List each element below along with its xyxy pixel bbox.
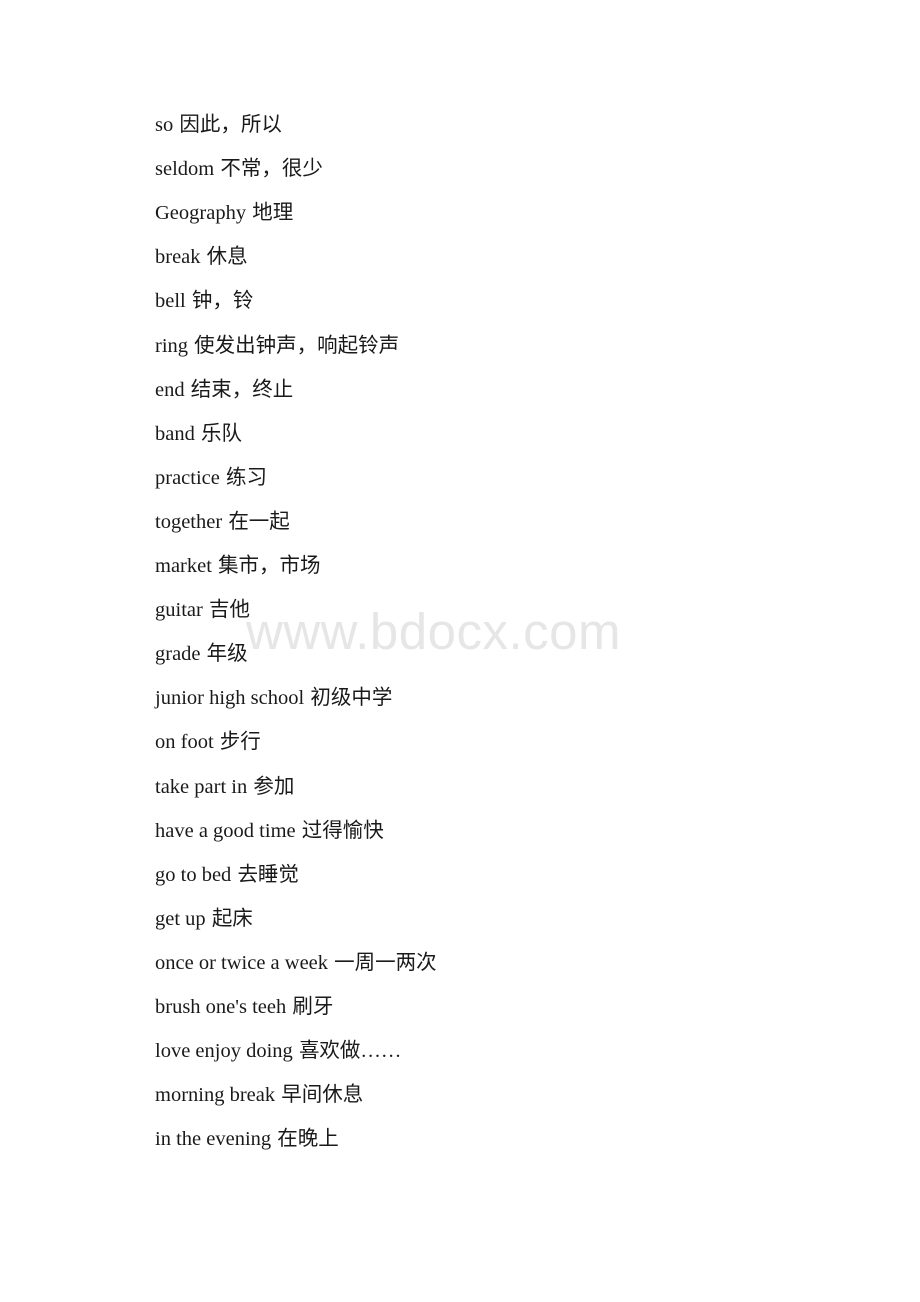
vocabulary-entry: practice 练习: [155, 463, 267, 493]
vocabulary-term: morning break: [155, 1084, 276, 1107]
vocabulary-entry: Geography 地理: [155, 198, 293, 228]
vocabulary-term: seldom: [155, 158, 215, 181]
vocabulary-term: junior high school: [155, 687, 305, 710]
vocabulary-entry: together 在一起: [155, 507, 290, 537]
vocabulary-term: take part in: [155, 775, 248, 798]
vocabulary-entry: ring 使发出钟声，响起铃声: [155, 331, 399, 361]
vocabulary-entry: junior high school 初级中学: [155, 683, 392, 713]
vocabulary-gloss: 休息: [206, 246, 248, 269]
vocabulary-term: together: [155, 510, 223, 533]
vocabulary-gloss: 一周一两次: [334, 951, 437, 974]
vocabulary-term: brush one's teeh: [155, 996, 287, 1018]
vocabulary-gloss: 使发出钟声，响起铃声: [194, 334, 400, 357]
vocabulary-gloss: 乐队: [201, 422, 242, 445]
vocabulary-gloss: 钟，铃: [191, 290, 254, 313]
vocabulary-entry: guitar 吉他: [155, 595, 250, 625]
vocabulary-entry: have a good time 过得愉快: [155, 816, 384, 846]
vocabulary-entry: get up 起床: [155, 904, 253, 934]
vocabulary-gloss: 吉他: [208, 599, 250, 622]
vocabulary-gloss: 在晚上: [277, 1128, 339, 1151]
vocabulary-entry: once or twice a week 一周一两次: [155, 948, 437, 978]
vocabulary-entry: bell 钟，铃: [155, 286, 253, 316]
vocabulary-entry: love enjoy doing 喜欢做……: [155, 1036, 401, 1066]
vocabulary-term: in the evening: [155, 1128, 272, 1151]
vocabulary-entry: on foot 步行: [155, 727, 261, 757]
vocabulary-term: practice: [155, 466, 220, 489]
vocabulary-term: end: [155, 378, 185, 401]
vocabulary-entry: go to bed 去睡觉: [155, 860, 299, 890]
vocabulary-term: break: [155, 246, 201, 269]
vocabulary-entry: so 因此，所以: [155, 110, 282, 140]
vocabulary-gloss: 初级中学: [310, 687, 393, 710]
vocabulary-term: grade: [155, 643, 201, 666]
vocabulary-gloss: 刷牙: [292, 996, 334, 1018]
vocabulary-gloss: 步行: [219, 731, 261, 754]
vocabulary-gloss: 年级: [206, 643, 248, 666]
vocabulary-entry: brush one's teeh 刷牙: [155, 992, 333, 1022]
vocabulary-gloss: 练习: [226, 466, 268, 489]
vocabulary-gloss: 参加: [253, 775, 295, 798]
vocabulary-entry: morning break 早间休息: [155, 1080, 363, 1110]
vocabulary-term: have a good time: [155, 819, 296, 842]
vocabulary-entry: market 集市，市场: [155, 551, 321, 581]
vocabulary-term: on foot: [155, 731, 214, 754]
vocabulary-term: ring: [155, 334, 189, 357]
vocabulary-term: band: [155, 422, 195, 445]
vocabulary-term: so: [155, 114, 174, 136]
vocabulary-gloss: 因此，所以: [179, 114, 282, 136]
vocabulary-gloss: 在一起: [228, 510, 290, 533]
vocabulary-gloss: 地理: [252, 202, 294, 225]
vocabulary-term: get up: [155, 907, 206, 930]
vocabulary-entry: take part in 参加: [155, 772, 294, 802]
vocabulary-gloss: 去睡觉: [237, 863, 299, 886]
vocabulary-entry: end 结束，终止: [155, 375, 293, 405]
vocabulary-entry: in the evening 在晚上: [155, 1124, 339, 1154]
vocabulary-gloss: 过得愉快: [301, 819, 384, 842]
vocabulary-list: so 因此，所以 seldom 不常，很少 Geography 地理 break 休息 bell…: [0, 0, 920, 1302]
vocabulary-term: guitar: [155, 599, 203, 622]
vocabulary-term: Geography: [155, 202, 247, 225]
vocabulary-gloss: 结束，终止: [190, 378, 294, 401]
vocabulary-entry: band 乐队: [155, 419, 242, 449]
vocabulary-gloss: 早间休息: [281, 1084, 364, 1107]
vocabulary-term: bell: [155, 290, 186, 313]
vocabulary-term: love enjoy doing: [155, 1040, 293, 1063]
vocabulary-entry: seldom 不常，很少: [155, 154, 323, 184]
vocabulary-gloss: 喜欢做……: [298, 1040, 402, 1063]
vocabulary-gloss: 起床: [211, 907, 253, 930]
vocabulary-term: once or twice a week: [155, 951, 329, 974]
vocabulary-gloss: 集市，市场: [218, 555, 321, 577]
vocabulary-entry: grade 年级: [155, 639, 248, 669]
document-page: www.bdocx.com so 因此，所以 seldom 不常，很少 Geograph…: [0, 0, 920, 1302]
vocabulary-entry: break 休息: [155, 242, 248, 272]
vocabulary-term: go to bed: [155, 863, 232, 886]
vocabulary-term: market: [155, 555, 212, 577]
vocabulary-gloss: 不常，很少: [220, 158, 323, 181]
